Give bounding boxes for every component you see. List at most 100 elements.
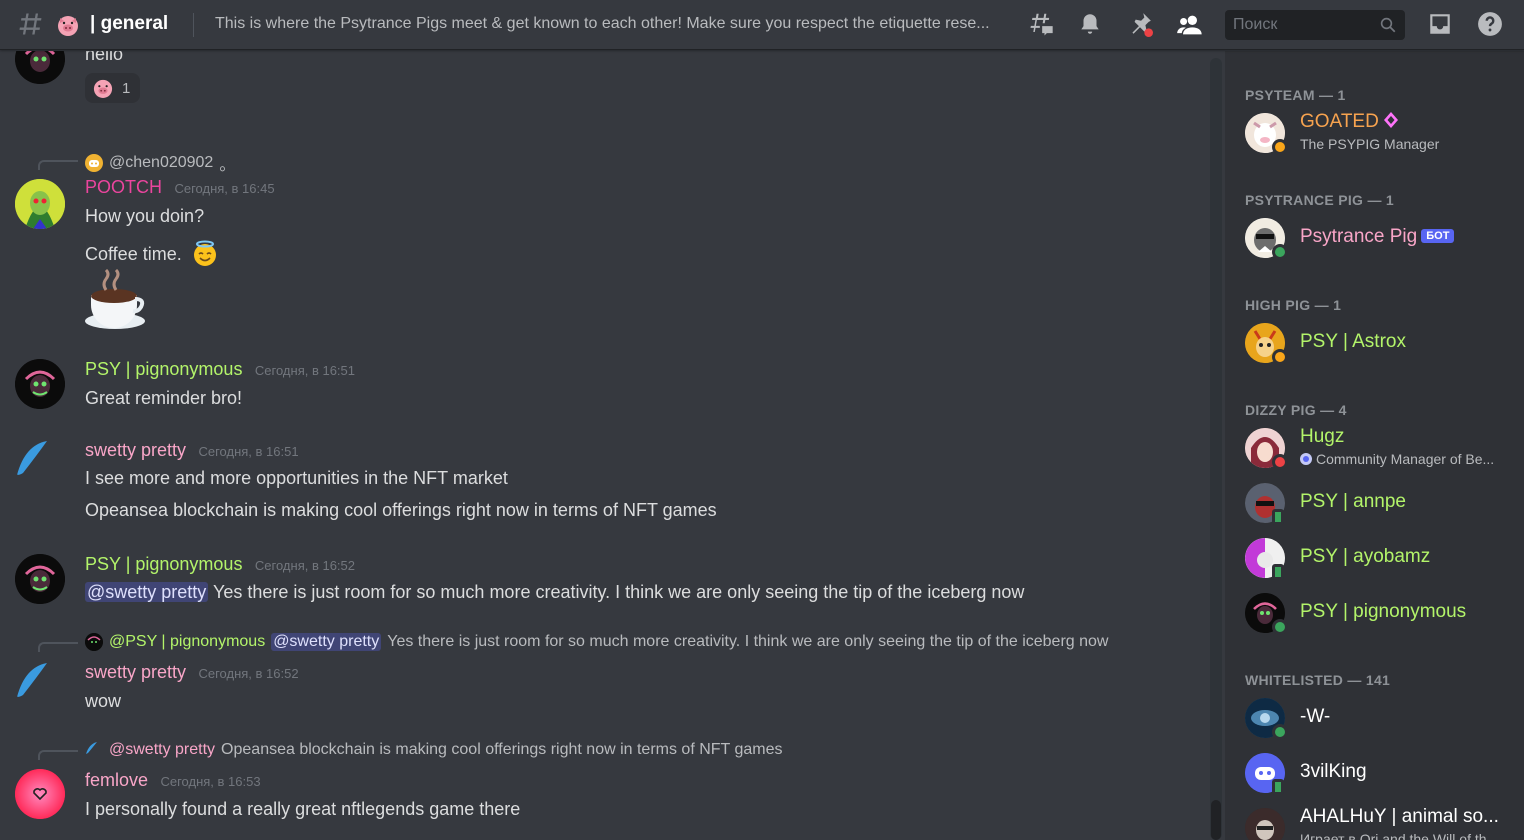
user-avatar[interactable] xyxy=(15,179,65,229)
user-avatar[interactable] xyxy=(15,661,65,711)
member-name: Hugz xyxy=(1300,426,1345,447)
message-swetty-2: @PSY | pignonymous @swetty pretty Yes th… xyxy=(0,631,1200,721)
chat-scrollbar-thumb[interactable] xyxy=(1211,800,1221,840)
member-list: PSYTEAM — 1 GOATED The PSYPIG Manager PS… xyxy=(1225,51,1524,840)
member-w[interactable]: -W- xyxy=(1245,696,1515,740)
message-text-line: Coffee time. xyxy=(85,244,182,264)
online-status-icon xyxy=(1272,619,1288,635)
user-avatar[interactable] xyxy=(15,439,65,489)
reply-connector xyxy=(38,642,78,652)
message-text: Great reminder bro! xyxy=(85,388,243,408)
online-status-icon xyxy=(1272,724,1288,740)
inbox-icon[interactable] xyxy=(1427,11,1455,39)
reply-username: @PSY | pignonymous xyxy=(109,633,266,650)
member-name-text: GOATED xyxy=(1300,111,1379,132)
member-psy-ayobamz[interactable]: PSY | ayobamz xyxy=(1245,536,1515,580)
member-ahalhuy[interactable]: AHALHuY | animal so... Играет в Ori and … xyxy=(1245,806,1515,840)
reply-username: @chen020902 xyxy=(109,154,214,171)
mobile-status-icon xyxy=(1272,779,1284,795)
member-hugz[interactable]: Hugz Community Manager of Be... xyxy=(1245,426,1515,470)
member-psytrance-pig[interactable]: Psytrance Pig БОТ xyxy=(1245,216,1515,260)
username[interactable]: PSY | pignonymous xyxy=(85,554,242,574)
timestamp: Сегодня, в 16:52 xyxy=(198,666,299,681)
reply-avatar xyxy=(85,154,103,172)
timestamp: Сегодня, в 16:45 xyxy=(174,181,275,196)
threads-icon[interactable] xyxy=(1027,11,1055,39)
channel-name: | general xyxy=(90,13,169,34)
user-avatar[interactable] xyxy=(15,769,65,819)
reply-text: Yes there is just room for so much more … xyxy=(387,633,1109,650)
chat-scrollbar-track[interactable] xyxy=(1210,58,1222,840)
member-name: 3vilKing xyxy=(1300,761,1367,782)
message-list[interactable]: hello 1 @chen020902 。 POOTCH Сегодня, в … xyxy=(0,51,1210,840)
reply-mention: @swetty pretty xyxy=(271,633,382,651)
member-psy-annpe[interactable]: PSY | annpe xyxy=(1245,481,1515,525)
coffee-emoji-icon xyxy=(85,268,147,331)
message-text: hello xyxy=(85,51,124,64)
role-header-psyteam: PSYTEAM — 1 xyxy=(1245,87,1346,103)
pig-emoji-icon xyxy=(93,79,113,98)
user-avatar[interactable] xyxy=(15,51,65,84)
idle-status-icon xyxy=(1272,349,1288,365)
pinned-messages-icon[interactable] xyxy=(1127,11,1155,39)
idle-status-icon xyxy=(1272,139,1288,155)
message-text: @swetty pretty Yes there is just room fo… xyxy=(85,582,1024,603)
text-channel-hash-icon xyxy=(16,10,44,38)
member-name: -W- xyxy=(1300,706,1331,727)
online-status-icon xyxy=(1272,244,1288,260)
reply-preview[interactable]: @PSY | pignonymous @swetty pretty Yes th… xyxy=(85,633,1108,651)
member-goated[interactable]: GOATED The PSYPIG Manager xyxy=(1245,111,1515,155)
message-pootch: @chen020902 。 POOTCH Сегодня, в 16:45 Ho… xyxy=(0,149,1200,339)
member-name: Psytrance Pig БОТ xyxy=(1300,226,1455,248)
reply-avatar xyxy=(85,633,103,651)
member-name: GOATED xyxy=(1300,111,1399,133)
bot-tag: БОТ xyxy=(1421,229,1455,243)
message-pignonymous-1: PSY | pignonymous Сегодня, в 16:51 Great… xyxy=(0,358,1200,428)
role-header-whitelisted: WHITELISTED — 141 xyxy=(1245,672,1391,688)
member-activity-text: Играет в Ori and the Will of th... xyxy=(1300,831,1499,840)
timestamp: Сегодня, в 16:52 xyxy=(254,558,356,573)
message-swetty-1: swetty pretty Сегодня, в 16:51 I see mor… xyxy=(0,439,1200,539)
reaction-pill[interactable]: 1 xyxy=(85,73,140,103)
reply-username: @swetty pretty xyxy=(109,741,216,758)
search-icon xyxy=(1379,16,1397,34)
reply-preview[interactable]: @chen020902 。 xyxy=(85,151,235,175)
notification-bell-icon[interactable] xyxy=(1077,11,1105,39)
user-mention[interactable]: @swetty pretty xyxy=(85,582,209,602)
username[interactable]: femlove xyxy=(85,770,148,790)
timestamp: Сегодня, в 16:51 xyxy=(254,363,356,378)
username[interactable]: PSY | pignonymous xyxy=(85,359,242,379)
reply-text: Opeansea blockchain is making cool offer… xyxy=(221,741,783,758)
username[interactable]: swetty pretty xyxy=(85,662,186,682)
member-psy-astrox[interactable]: PSY | Astrox xyxy=(1245,321,1515,365)
reply-text: 。 xyxy=(219,157,236,174)
user-avatar[interactable] xyxy=(15,554,65,604)
message-text: wow xyxy=(85,691,122,711)
message-pignonymous-2: PSY | pignonymous Сегодня, в 16:52 @swet… xyxy=(0,553,1200,623)
member-list-icon[interactable] xyxy=(1176,11,1204,39)
member-name: PSY | annpe xyxy=(1300,491,1407,512)
username[interactable]: POOTCH xyxy=(85,177,162,197)
reply-preview[interactable]: @swetty pretty Opeansea blockchain is ma… xyxy=(85,741,783,759)
member-3vilking[interactable]: 3vilKing xyxy=(1245,751,1515,795)
search-placeholder: Поиск xyxy=(1233,16,1278,33)
header-divider xyxy=(193,13,194,37)
member-avatar xyxy=(1245,808,1285,840)
message-text-body: Yes there is just room for so much more … xyxy=(208,582,1025,602)
member-name: PSY | ayobamz xyxy=(1300,546,1431,567)
reply-connector xyxy=(38,750,78,760)
member-psy-pignonymous[interactable]: PSY | pignonymous xyxy=(1245,591,1515,635)
member-name: PSY | Astrox xyxy=(1300,331,1406,352)
mobile-status-icon xyxy=(1272,509,1284,525)
message-femlove: @swetty pretty Opeansea blockchain is ma… xyxy=(0,739,1200,839)
search-box[interactable]: Поиск xyxy=(1225,10,1405,40)
timestamp: Сегодня, в 16:51 xyxy=(198,444,299,459)
server-boost-icon xyxy=(1384,112,1399,128)
user-avatar[interactable] xyxy=(15,359,65,409)
username[interactable]: swetty pretty xyxy=(85,440,186,460)
channel-topic[interactable]: This is where the Psytrance Pigs meet & … xyxy=(215,15,1015,33)
member-name: PSY | pignonymous xyxy=(1300,601,1467,622)
message-text: How you doin? xyxy=(85,206,205,226)
help-icon[interactable] xyxy=(1477,11,1505,39)
reply-connector xyxy=(38,160,78,170)
